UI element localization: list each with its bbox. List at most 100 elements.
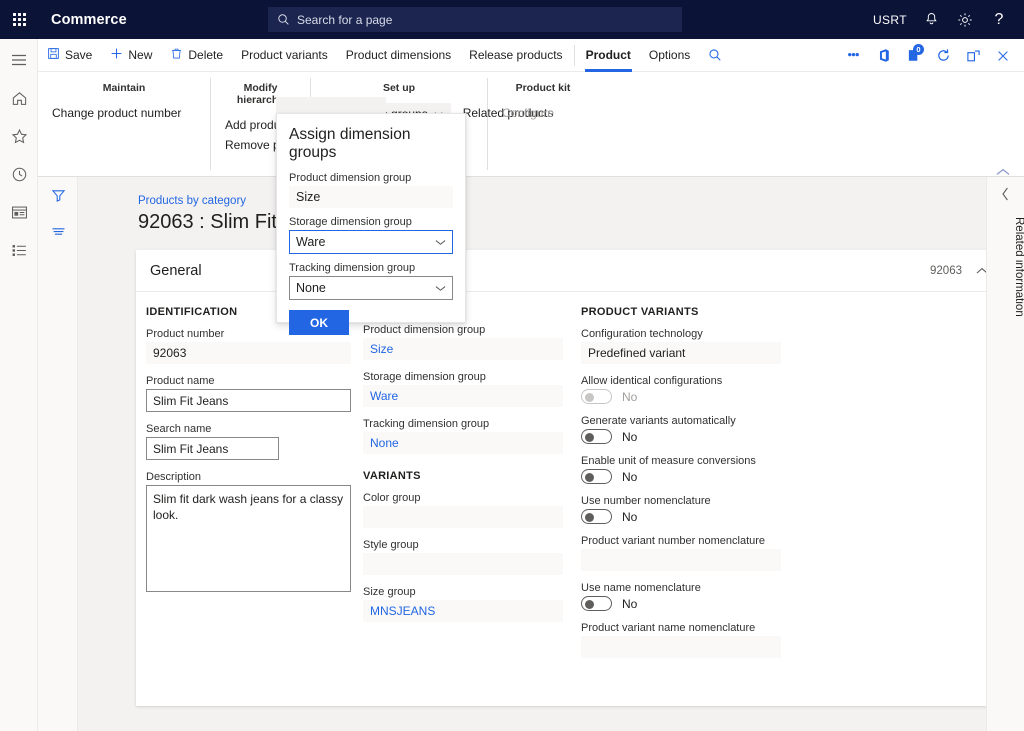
ribbon-content: Maintain Change product number Modify hi… [38, 72, 1024, 177]
save-button[interactable]: Save [38, 39, 101, 72]
dialog-product-dimension-group-label: Product dimension group [289, 172, 453, 184]
tracking-dimension-group-field: Tracking dimension group None [363, 418, 563, 454]
dialog-product-dimension-group-field: Product dimension group Size [289, 172, 453, 208]
navigation-rail [0, 39, 38, 731]
product-variant-name-nomenclature-label: Product variant name nomenclature [581, 622, 781, 634]
delete-button[interactable]: Delete [161, 39, 232, 72]
tab-product-variants[interactable]: Product variants [232, 39, 337, 72]
dialog-tracking-dimension-group-select[interactable]: None [289, 276, 453, 300]
dialog-storage-dimension-group-select[interactable]: Ware [289, 230, 453, 254]
workspace-icon[interactable] [0, 193, 38, 231]
ribbon-group-label: Maintain [50, 82, 198, 94]
global-search-input[interactable]: Search for a page [268, 7, 682, 32]
popout-icon[interactable] [958, 39, 988, 72]
related-information-label[interactable]: Related information [987, 217, 1024, 317]
office-icon[interactable] [868, 39, 898, 72]
configure-button: Configure [500, 103, 586, 123]
chevron-down-icon [435, 239, 446, 246]
action-search-icon[interactable] [699, 39, 731, 72]
product-variants-heading: PRODUCT VARIANTS [581, 306, 781, 318]
configuration-technology-label: Configuration technology [581, 328, 781, 340]
app-launcher-icon[interactable] [0, 0, 39, 39]
size-group-field: Size group MNSJEANS [363, 586, 563, 622]
clock-icon[interactable] [0, 155, 38, 193]
use-number-nomenclature-value: No [622, 510, 637, 524]
annotations-icon[interactable]: 0 [898, 39, 928, 72]
page-content: Products by category 92063 : Slim Fit Je… [78, 177, 986, 731]
breadcrumb[interactable]: Products by category [138, 195, 246, 207]
attachments-icon[interactable] [838, 39, 868, 72]
dialog-storage-dimension-group-field: Storage dimension group Ware [289, 216, 453, 254]
change-product-number-button[interactable]: Change product number [50, 103, 198, 123]
question-icon[interactable]: ? [982, 0, 1016, 39]
product-number-value: 92063 [146, 342, 351, 364]
use-name-nomenclature-label: Use name nomenclature [581, 582, 781, 594]
product-name-label: Product name [146, 375, 351, 387]
close-icon[interactable] [988, 39, 1018, 72]
use-number-nomenclature-toggle[interactable] [581, 509, 612, 524]
generate-variants-automatically-toggle[interactable] [581, 429, 612, 444]
product-dimension-group-label: Product dimension group [363, 324, 563, 336]
gear-icon[interactable] [948, 0, 982, 39]
brand-title: Commerce [51, 12, 127, 28]
refresh-icon[interactable] [928, 39, 958, 72]
color-group-value[interactable] [363, 506, 563, 528]
tab-label: Product [586, 48, 631, 62]
storage-dimension-group-value[interactable]: Ware [363, 385, 563, 407]
filter-icon[interactable] [38, 177, 78, 213]
ribbon-group-maintain: Maintain Change product number [38, 78, 211, 170]
generate-variants-automatically-field: Generate variants automatically No [581, 415, 781, 444]
size-group-value[interactable]: MNSJEANS [363, 600, 563, 622]
modules-icon[interactable] [0, 231, 38, 269]
search-name-input[interactable]: Slim Fit Jeans [146, 437, 279, 460]
tab-product[interactable]: Product [577, 39, 640, 72]
description-label: Description [146, 471, 351, 483]
description-textarea[interactable]: Slim fit dark wash jeans for a classy lo… [146, 485, 351, 592]
new-button[interactable]: New [101, 39, 161, 72]
enable-unit-of-measure-conversions-label: Enable unit of measure conversions [581, 455, 781, 467]
tab-product-dimensions[interactable]: Product dimensions [337, 39, 460, 72]
search-name-field: Search name Slim Fit Jeans [146, 423, 351, 460]
general-fasttab: General 92063 IDENTIFICATION Product num… [136, 250, 986, 706]
allow-identical-configurations-label: Allow identical configurations [581, 375, 781, 387]
use-name-nomenclature-toggle[interactable] [581, 596, 612, 611]
enable-unit-of-measure-conversions-toggle[interactable] [581, 469, 612, 484]
style-group-label: Style group [363, 539, 563, 551]
global-search-placeholder: Search for a page [297, 13, 392, 27]
ribbon-group-label: Set up [323, 82, 475, 94]
ribbon-group-product-kit: Product kit Configure [488, 78, 598, 170]
delete-label: Delete [188, 48, 223, 62]
bell-icon[interactable] [914, 0, 948, 39]
tab-label: Release products [469, 48, 562, 62]
action-pane-commands: Save New Delete Product variants Product… [38, 39, 731, 72]
save-icon [47, 47, 60, 63]
allow-identical-configurations-value: No [622, 390, 637, 404]
menu-icon[interactable] [0, 41, 38, 79]
tracking-dimension-group-value[interactable]: None [363, 432, 563, 454]
save-label: Save [65, 48, 92, 62]
product-dimension-group-field: Product dimension group Size [363, 324, 563, 360]
style-group-field: Style group [363, 539, 563, 575]
dialog-ok-button[interactable]: OK [289, 310, 349, 335]
home-icon[interactable] [0, 79, 38, 117]
user-initials[interactable]: USRT [866, 0, 914, 39]
tab-release-products[interactable]: Release products [460, 39, 571, 72]
product-dimension-group-value[interactable]: Size [363, 338, 563, 360]
list-lines-icon[interactable] [38, 213, 78, 249]
action-pane: Save New Delete Product variants Product… [38, 39, 1024, 72]
chevron-up-icon[interactable] [976, 262, 986, 280]
fasttab-header[interactable]: General 92063 [136, 250, 986, 292]
annotations-badge: 0 [913, 44, 924, 55]
tab-options[interactable]: Options [640, 39, 699, 72]
chevron-left-icon[interactable] [987, 177, 1024, 211]
chevron-down-icon [435, 285, 446, 292]
product-variant-number-nomenclature-label: Product variant number nomenclature [581, 535, 781, 547]
dialog-tracking-dimension-group-field: Tracking dimension group None [289, 262, 453, 300]
star-icon[interactable] [0, 117, 38, 155]
configuration-technology-field: Configuration technology Predefined vari… [581, 328, 781, 364]
style-group-value[interactable] [363, 553, 563, 575]
product-name-input[interactable]: Slim Fit Jeans [146, 389, 351, 412]
color-group-field: Color group [363, 492, 563, 528]
product-variant-name-nomenclature-field: Product variant name nomenclature [581, 622, 781, 658]
tab-label: Product dimensions [346, 48, 451, 62]
